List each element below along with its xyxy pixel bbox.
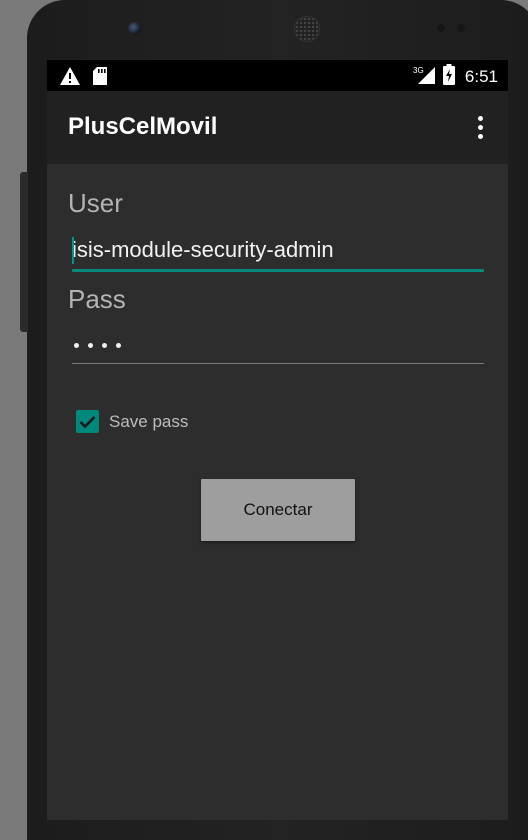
- proximity-sensor: [437, 24, 445, 32]
- password-input[interactable]: [74, 330, 121, 348]
- app-title: PlusCelMovil: [68, 113, 218, 140]
- connect-button[interactable]: Conectar: [201, 479, 355, 541]
- network-type-label: 3G: [413, 66, 424, 75]
- save-pass-label: Save pass: [109, 411, 189, 431]
- volume-button[interactable]: [20, 172, 28, 332]
- earpiece-speaker: [294, 16, 320, 42]
- user-field-underline: [72, 269, 484, 272]
- device-screen: 3G 6:51 PlusCelMovil User isis-module-se…: [47, 60, 508, 820]
- status-time: 6:51: [464, 66, 498, 86]
- user-input[interactable]: [72, 232, 482, 268]
- signal-icon: 3G: [413, 65, 437, 89]
- sd-card-icon: [93, 67, 107, 89]
- light-sensor: [457, 24, 465, 32]
- save-pass-checkbox[interactable]: [76, 410, 99, 433]
- pass-field-underline: [72, 363, 484, 364]
- battery-charging-icon: [442, 64, 455, 89]
- app-bar: PlusCelMovil: [47, 91, 508, 164]
- login-form: User Pass Save pass Conectar: [47, 164, 508, 820]
- front-camera: [128, 22, 141, 35]
- text-cursor: [72, 237, 74, 264]
- more-vert-icon[interactable]: [468, 111, 492, 143]
- warning-icon: [59, 66, 81, 90]
- pass-label: Pass: [68, 284, 126, 314]
- status-bar: 3G 6:51: [47, 60, 508, 91]
- user-label: User: [68, 188, 123, 218]
- user-field-container: [72, 232, 484, 272]
- checkmark-icon: [79, 415, 96, 428]
- save-pass-row[interactable]: Save pass: [76, 410, 188, 433]
- pass-field-container[interactable]: [72, 324, 484, 364]
